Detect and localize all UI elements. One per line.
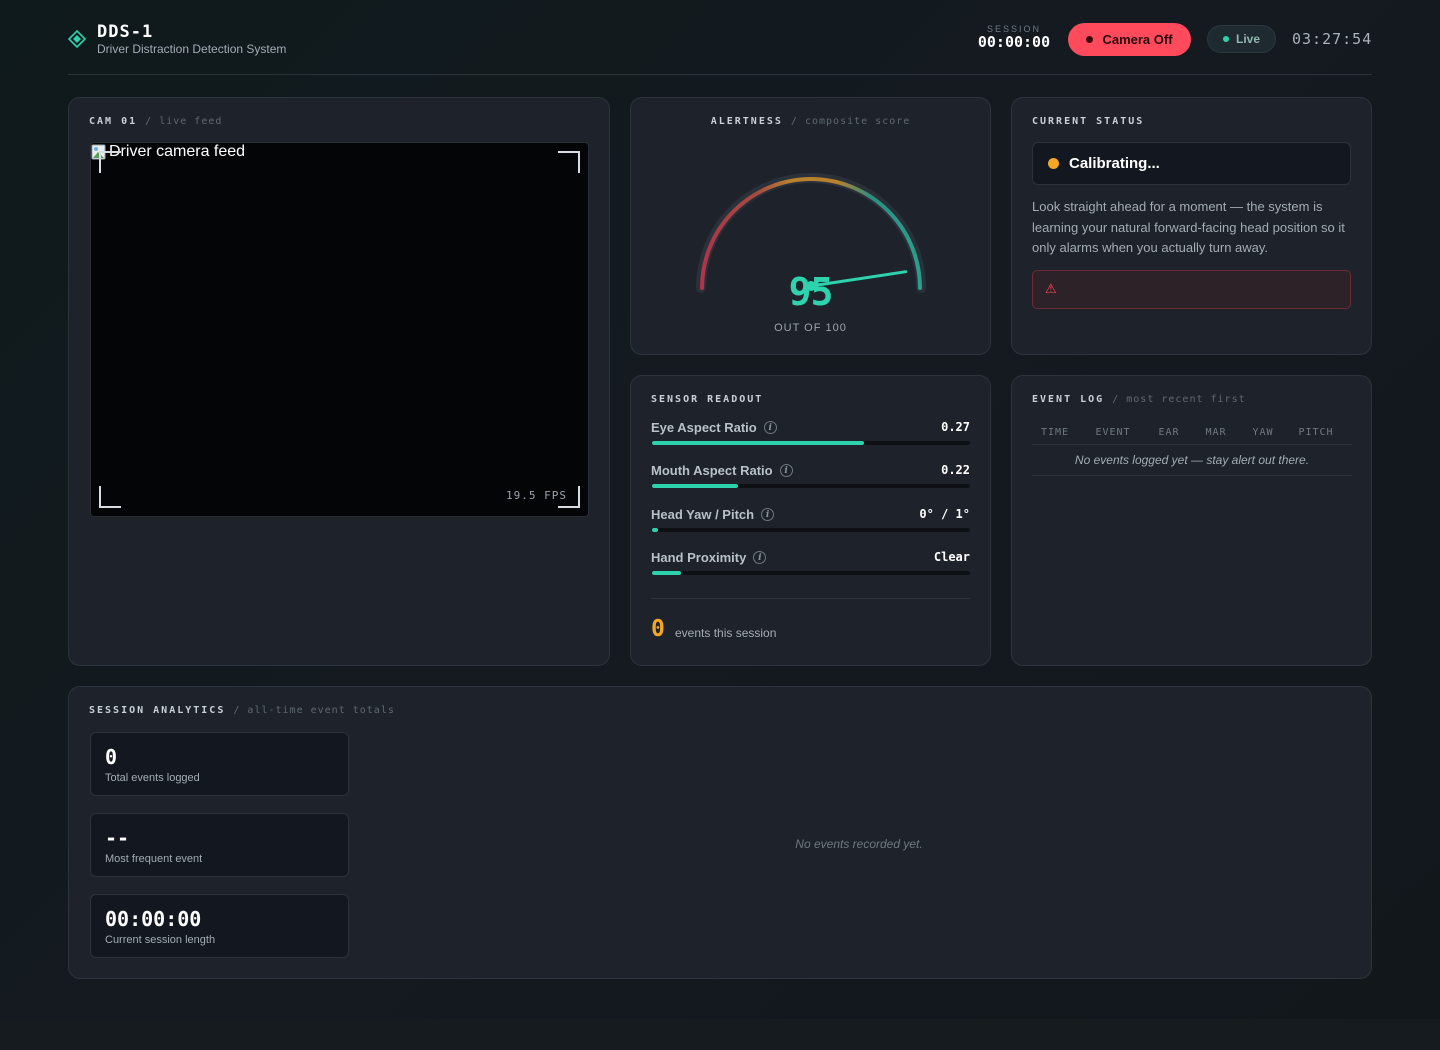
sensor-row-hand: Hand Proximity i Clear [651, 550, 970, 590]
analytics-card: SESSION ANALYTICS / all-time event total… [68, 686, 1372, 979]
sensor-label-wrap: Hand Proximity i [651, 550, 767, 565]
events-label: events this session [675, 626, 777, 640]
live-badge: Live [1207, 25, 1276, 53]
status-card-title: CURRENT STATUS [1032, 116, 1144, 127]
alertness-score: 95 [788, 270, 834, 314]
status-indicator: Calibrating... [1032, 142, 1351, 185]
frame-corner [99, 486, 121, 508]
sensor-bar-track [651, 441, 970, 445]
analytics-title: SESSION ANALYTICS [89, 705, 226, 716]
column-header[interactable]: TIME [1032, 427, 1078, 438]
camera-card-title: CAM 01 / live feed [89, 116, 222, 127]
sensor-value: 0.22 [941, 463, 970, 477]
sensor-row-head: Head Yaw / Pitch i 0° / 1° [651, 507, 970, 547]
session-timer: SESSION 00:00:00 [974, 24, 1054, 51]
sensor-value: 0.27 [941, 420, 970, 434]
warning-icon: ⚠ [1045, 281, 1057, 296]
status-card: CURRENT STATUS Calibrating... Look strai… [1011, 97, 1372, 355]
event-log-empty: No events logged yet — stay alert out th… [1032, 445, 1352, 476]
stat-most-frequent: -- Most frequent event [90, 813, 349, 877]
analytics-empty: No events recorded yet. [795, 837, 923, 851]
live-label: Live [1235, 32, 1260, 46]
event-log-card: EVENT LOG / most recent first TIME EVENT… [1011, 375, 1372, 666]
column-header[interactable]: EAR [1148, 427, 1190, 438]
frame-corner [558, 151, 580, 173]
stat-total-events: 0 Total events logged [90, 732, 349, 796]
sensor-row-mar: Mouth Aspect Ratio i 0.22 [651, 463, 970, 503]
sensor-bar-track [651, 571, 970, 575]
live-dot-icon [1222, 36, 1229, 42]
event-log-card-title: EVENT LOG / most recent first [1032, 394, 1246, 405]
analytics-card-title: SESSION ANALYTICS / all-time event total… [89, 705, 395, 716]
camera-card: CAM 01 / live feed Driver camera feed 19… [68, 97, 610, 666]
sensor-bar-fill [652, 571, 681, 575]
app-title: DDS-1 [97, 22, 154, 42]
sensor-row-ear: Eye Aspect Ratio i 0.27 [651, 420, 970, 460]
sensor-bar-fill [652, 484, 738, 488]
app-header: DDS-1 Driver Distraction Detection Syste… [68, 0, 1372, 75]
alertness-out-of: OUT OF 100 [774, 322, 847, 334]
status-title: CURRENT STATUS [1032, 116, 1145, 127]
footer-strip [0, 1019, 1440, 1050]
stat-label: Current session length [105, 934, 216, 946]
clock: 03:27:54 [1292, 30, 1373, 48]
sensor-label-wrap: Eye Aspect Ratio i [651, 420, 777, 435]
camera-alt-text: Driver camera feed [109, 143, 246, 160]
camera-off-button[interactable]: Camera Off [1068, 23, 1191, 56]
record-dot-icon [1086, 36, 1094, 43]
camera-off-label: Camera Off [1102, 32, 1173, 47]
camera-feed: Driver camera feed 19.5 FPS [90, 142, 589, 517]
sensor-card-title: SENSOR READOUT [651, 394, 763, 405]
app-subtitle: Driver Distraction Detection System [97, 42, 287, 56]
sensor-label: Eye Aspect Ratio [651, 420, 757, 435]
column-header[interactable]: EVENT [1078, 427, 1148, 438]
column-header[interactable]: MAR [1190, 427, 1242, 438]
sensor-value: 0° / 1° [919, 507, 970, 521]
column-header[interactable]: YAW [1242, 427, 1284, 438]
sensor-label-wrap: Head Yaw / Pitch i [651, 507, 775, 522]
stat-session-length: 00:00:00 Current session length [90, 894, 349, 958]
info-icon[interactable]: i [779, 464, 793, 477]
stat-value: -- [105, 826, 130, 850]
stat-label: Most frequent event [105, 853, 203, 865]
sensor-bar-track [651, 528, 970, 532]
events-count: 0 [651, 616, 665, 642]
camera-title: CAM 01 [89, 116, 138, 127]
sensor-bar-fill [652, 441, 865, 445]
info-icon[interactable]: i [763, 421, 777, 434]
fps-readout: 19.5 FPS [506, 489, 567, 502]
sensor-label: Head Yaw / Pitch [651, 507, 755, 522]
event-log-subtitle: / most recent first [1112, 394, 1246, 405]
event-log-title: EVENT LOG [1032, 394, 1105, 405]
frame-corner [99, 151, 121, 173]
analytics-subtitle: / all-time event totals [233, 705, 395, 716]
event-log-table: TIME EVENT EAR MAR YAW PITCH No events l… [1032, 421, 1352, 476]
status-dot-icon [1048, 158, 1059, 169]
sensor-value: Clear [933, 550, 970, 564]
diamond-logo-icon [68, 30, 86, 48]
alertness-gauge [696, 173, 926, 293]
sensor-card: SENSOR READOUT Eye Aspect Ratio i 0.27 M… [630, 375, 991, 666]
sensor-label-wrap: Mouth Aspect Ratio i [651, 463, 793, 478]
info-icon[interactable]: i [753, 551, 767, 564]
status-description: Look straight ahead for a moment — the s… [1032, 199, 1345, 255]
column-header[interactable]: PITCH [1284, 427, 1348, 438]
sensor-label: Hand Proximity [651, 550, 747, 565]
session-time: 00:00:00 [977, 33, 1051, 51]
alertness-card: ALERTNESS / composite score 95 OUT OF 10… [630, 97, 991, 355]
table-header: TIME EVENT EAR MAR YAW PITCH [1032, 421, 1352, 445]
divider [651, 598, 970, 599]
alert-banner: ⚠ [1032, 270, 1351, 309]
status-state: Calibrating... [1069, 155, 1160, 172]
sensor-title: SENSOR READOUT [651, 394, 764, 405]
stat-label: Total events logged [105, 772, 200, 784]
sensor-bar-fill [652, 528, 659, 532]
sensor-label: Mouth Aspect Ratio [651, 463, 773, 478]
stat-value: 0 [105, 745, 118, 769]
stat-value: 00:00:00 [105, 907, 202, 931]
info-icon[interactable]: i [761, 508, 775, 521]
sensor-bar-track [651, 484, 970, 488]
camera-subtitle: / live feed [145, 116, 223, 127]
